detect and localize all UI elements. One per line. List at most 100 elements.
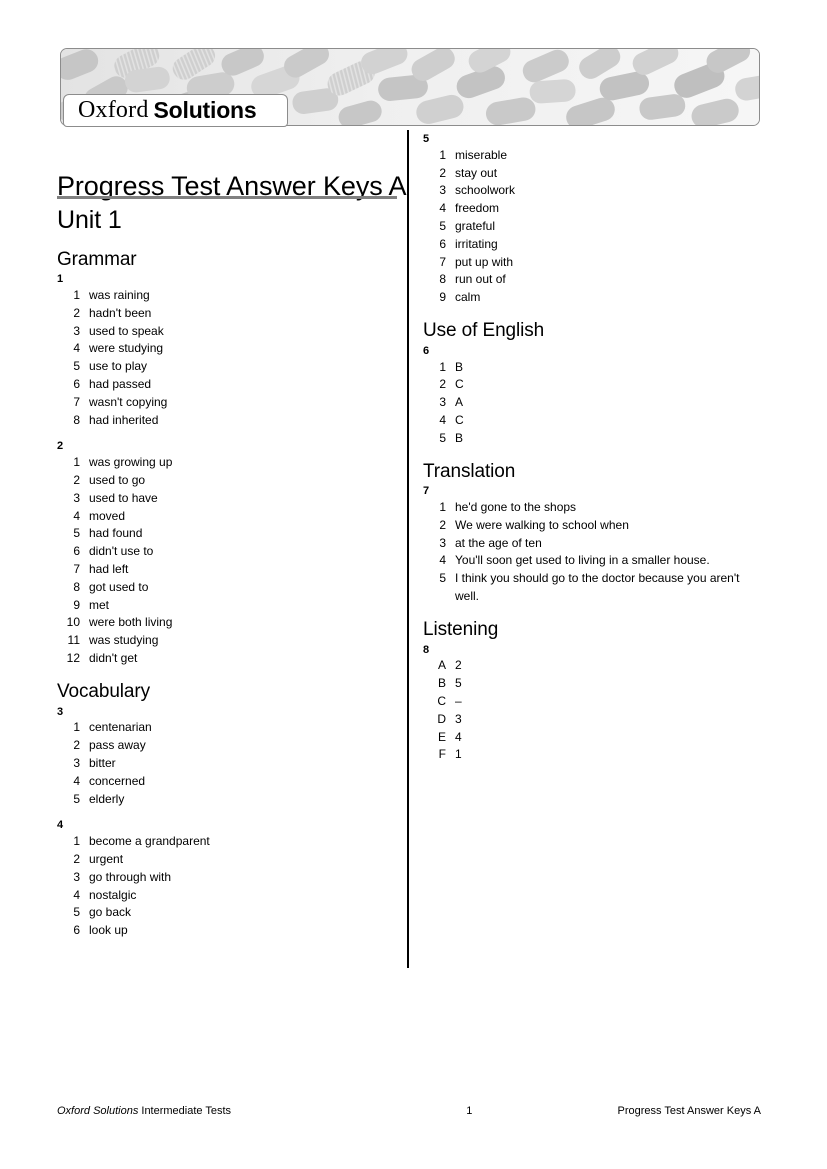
section-heading-translation: Translation (423, 460, 516, 482)
exercise-5: 5 1 miserable 2 stay out 3 schoolwork 4 free… (423, 133, 763, 307)
oxford-solutions-logo: Oxford Solutions (63, 94, 288, 127)
answer-value: You'll soon get used to living in a smal… (455, 553, 710, 568)
answer-value: 2 (455, 658, 462, 673)
answer-row: 10 were both living (57, 614, 397, 632)
answer-list: 1 become a grandparent 2 urgent 3 go throug… (57, 833, 397, 940)
answer-value: used to have (89, 490, 158, 505)
answer-key: 1 (439, 500, 446, 515)
answer-key: 6 (73, 377, 80, 392)
answer-row: 9 met (57, 597, 397, 615)
answer-row: 8 got used to (57, 579, 397, 597)
answer-key: 4 (73, 341, 80, 356)
answer-key: 1 (73, 834, 80, 849)
answer-list: 1 was raining 2 hadn't been 3 used to speak… (57, 287, 397, 429)
answer-row: 7 wasn't copying (57, 394, 397, 412)
answer-key: 1 (73, 455, 80, 470)
answer-row: 1 was growing up (57, 454, 397, 472)
answer-value: become a grandparent (89, 834, 210, 849)
answer-key: 2 (73, 738, 80, 753)
answer-value: nostalgic (89, 887, 137, 902)
answer-row: 7 had left (57, 561, 397, 579)
answer-key: 5 (439, 430, 446, 445)
section-heading-use-of-english: Use of English (423, 319, 545, 341)
answer-key: 3 (73, 869, 80, 884)
answer-value: at the age of ten (455, 535, 542, 550)
exercise-7: 7 1 he'd gone to the shops 2 We were walki… (423, 485, 763, 606)
answer-value: had left (89, 562, 129, 576)
answer-key: 1 (73, 720, 80, 735)
answer-value: use to play (89, 359, 148, 374)
answer-value: centenarian (89, 720, 152, 735)
answer-key: 12 (66, 650, 80, 665)
answer-row: 1B (423, 359, 763, 377)
exercise-number: 3 (57, 705, 64, 718)
answer-list: 1 miserable 2 stay out 3 schoolwork 4 freedo… (423, 147, 763, 307)
answer-value: calm (455, 290, 481, 305)
answer-row: 2C (423, 376, 763, 394)
answer-row: 11 was studying (57, 632, 397, 650)
answer-key: 4 (439, 412, 446, 427)
answer-row: 4 nostalgic (57, 887, 397, 905)
answer-row: 4C (423, 412, 763, 430)
answer-row: C – (423, 693, 763, 711)
answer-value: 5 (455, 676, 462, 691)
section-heading-grammar: Grammar (57, 248, 137, 270)
answer-row: B5 (423, 675, 763, 693)
answer-key: 4 (73, 508, 80, 523)
answer-key: 3 (73, 490, 80, 505)
answer-value: hadn't been (89, 305, 152, 320)
answer-value: was growing up (89, 455, 173, 470)
answer-row: 9 calm (423, 289, 763, 307)
answer-key: 6 (73, 544, 80, 559)
title-divider-rule (57, 196, 397, 199)
answer-key: E (437, 729, 446, 744)
answer-value: miserable (455, 147, 508, 162)
answer-row: 6 had passed (57, 376, 397, 394)
answer-value: pass away (89, 738, 146, 753)
answer-key: 2 (73, 305, 80, 320)
answer-value: used to go (89, 473, 146, 488)
answer-key: 2 (439, 165, 446, 180)
answer-key: 7 (73, 394, 80, 409)
answer-row: 5 use to play (57, 358, 397, 376)
answer-key: 2 (439, 517, 446, 532)
answer-key: 9 (73, 597, 80, 612)
answer-key: 3 (439, 183, 446, 198)
answer-key: 4 (73, 887, 80, 902)
right-column: 5 1 miserable 2 stay out 3 schoolwork 4 free… (423, 133, 763, 764)
answer-value: 4 (455, 729, 462, 744)
answer-value: elderly (89, 791, 125, 806)
answer-value: – (455, 694, 462, 709)
answer-key: 3 (73, 755, 80, 770)
answer-key: 8 (73, 579, 80, 594)
answer-row: 3 at the age of ten (423, 535, 763, 553)
answer-row: 5 I think you should go to the doctor bec… (423, 570, 763, 606)
answer-value: 1 (455, 747, 462, 762)
answer-row: 1 become a grandparent (57, 833, 397, 851)
answer-value: schoolwork (455, 183, 516, 198)
exercise-number: 7 (423, 485, 430, 498)
answer-row: 1 was raining (57, 287, 397, 305)
answer-value: 3 (455, 711, 462, 726)
page-footer: Oxford Solutions Intermediate Tests 1 Pr… (57, 1105, 761, 1117)
answer-row: 5 had found (57, 525, 397, 543)
answer-value: I think you should go to the doctor beca… (455, 571, 740, 604)
footer-left-rest: Intermediate Tests (138, 1105, 232, 1117)
answer-row: 4 were studying (57, 340, 397, 358)
answer-value: A (455, 395, 464, 410)
answer-key: 2 (73, 473, 80, 488)
answer-row: 12 didn't get (57, 650, 397, 668)
exercise-number: 6 (423, 344, 430, 357)
answer-value: was studying (89, 633, 159, 648)
answer-row: 1 miserable (423, 147, 763, 165)
answer-value: met (89, 597, 110, 612)
answer-row: 4 You'll soon get used to living in a sma… (423, 552, 763, 570)
answer-row: 6 look up (57, 922, 397, 940)
exercise-2: 2 1 was growing up 2 used to go 3 used to h… (57, 440, 397, 667)
answer-value: C (455, 377, 464, 392)
logo-word-oxford: Oxford (78, 97, 149, 123)
exercise-number: 4 (57, 819, 64, 832)
answer-row: 2 urgent (57, 851, 397, 869)
answer-value: B (455, 359, 464, 374)
answer-key: 6 (73, 923, 80, 938)
